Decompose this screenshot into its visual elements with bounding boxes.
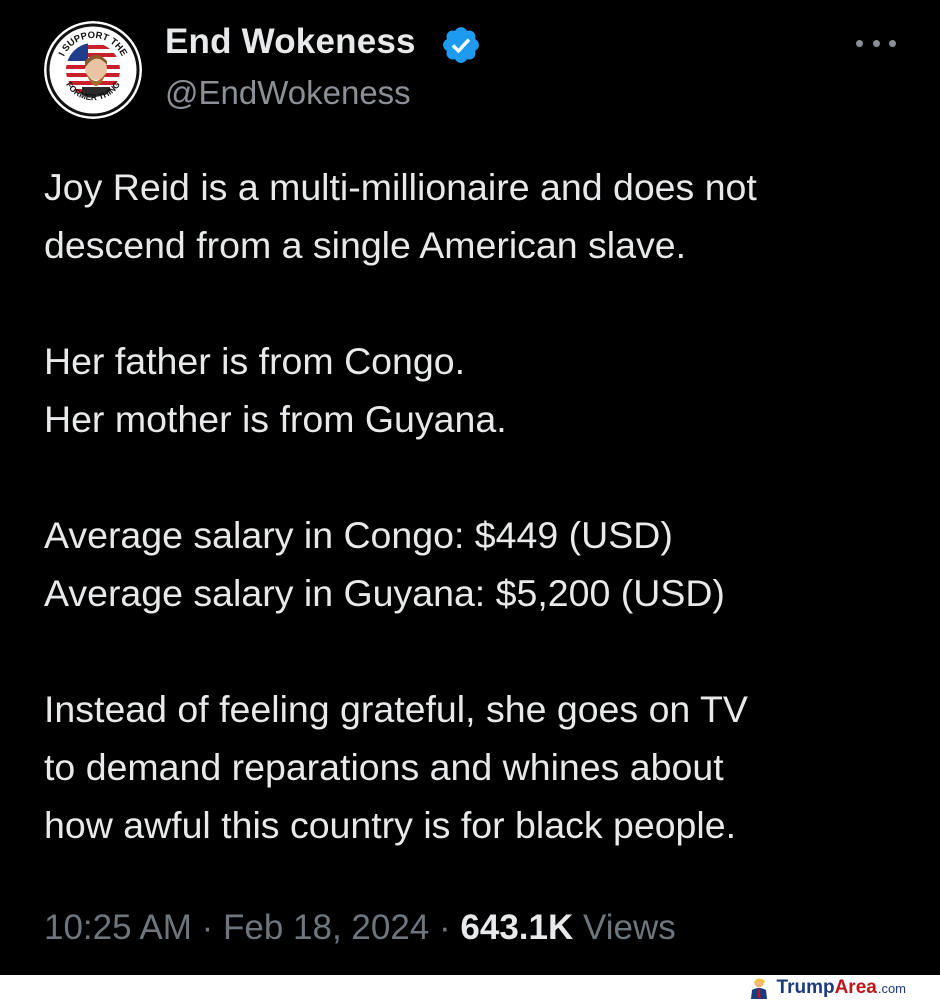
tweet-line: Her father is from Congo. [44, 340, 465, 382]
tweet-time[interactable]: 10:25 AM [44, 908, 192, 947]
meta-separator: · [191, 908, 223, 947]
trump-figure-icon [750, 978, 767, 999]
dot [856, 39, 863, 47]
tweet-line: Average salary in Congo: $449 (USD) [44, 514, 673, 556]
views-count[interactable]: 643.1K [460, 908, 573, 947]
tweet-card: I SUPPORT THE FORMER THING End Wokeness … [0, 0, 940, 975]
display-name[interactable]: End Wokeness [165, 22, 416, 62]
watermark-part3: .com [877, 980, 906, 996]
watermark-part2: Area [834, 977, 877, 998]
verified-badge-icon [443, 27, 479, 63]
tweet-line: how awful this country is for black peop… [44, 804, 737, 846]
tweet-line: Joy Reid is a multi-millionaire and does… [44, 166, 757, 208]
tweet-line: Average salary in Guyana: $5,200 (USD) [44, 572, 725, 614]
more-options-icon[interactable] [852, 30, 900, 56]
tweet-text: Joy Reid is a multi-millionaire and does… [44, 158, 914, 854]
watermark-bar: Trump Area .com [0, 975, 940, 1000]
watermark: Trump Area .com [746, 977, 906, 999]
views-label: Views [583, 908, 676, 947]
dot [889, 39, 896, 47]
tweet-line: Instead of feeling grateful, she goes on… [44, 688, 748, 730]
avatar[interactable]: I SUPPORT THE FORMER THING [44, 21, 142, 119]
tweet-line: Her mother is from Guyana. [44, 398, 507, 440]
tweet-meta: 10:25 AM · Feb 18, 2024 · 643.1K Views [44, 908, 676, 948]
tweet-date[interactable]: Feb 18, 2024 [223, 908, 429, 947]
watermark-part1: Trump [776, 977, 835, 998]
tweet-line: descend from a single American slave. [44, 224, 686, 266]
meta-separator: · [429, 908, 461, 947]
tweet-line: to demand reparations and whines about [44, 746, 724, 788]
dot [872, 39, 880, 47]
handle[interactable]: @EndWokeness [165, 74, 411, 112]
